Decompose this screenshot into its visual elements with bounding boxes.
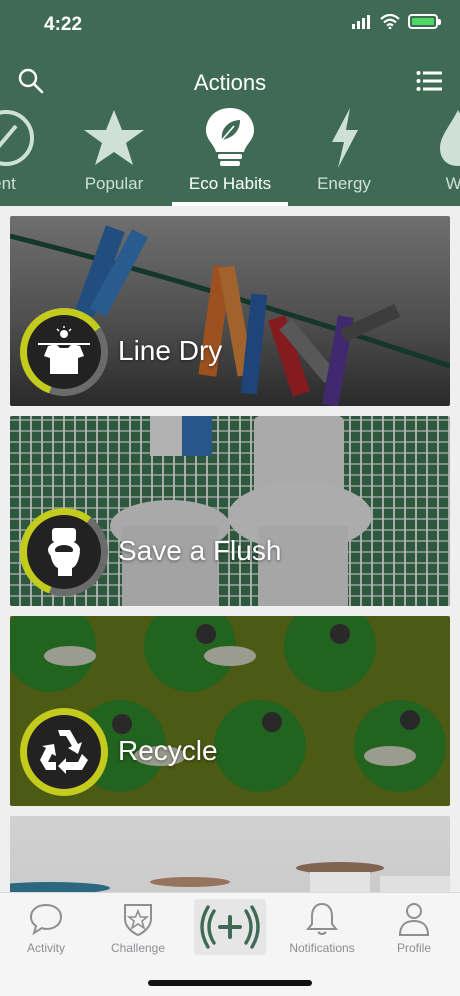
water-drop-icon — [440, 110, 460, 166]
tab-profile[interactable]: Profile — [368, 901, 460, 955]
bell-icon — [305, 902, 339, 935]
category-tab-energy[interactable]: Energy — [284, 106, 404, 194]
list-icon — [416, 71, 442, 91]
plus-broadcast-icon — [200, 905, 260, 949]
tab-label: Notifications — [289, 941, 355, 955]
category-label: Energy — [317, 174, 371, 193]
tab-activity[interactable]: Activity — [0, 901, 92, 955]
recycle-icon — [40, 730, 88, 774]
category-tabs: ent Popular Eco Habits — [0, 106, 460, 206]
category-tab-popular[interactable]: Popular — [54, 106, 174, 194]
action-card-recycle[interactable]: Recycle — [10, 616, 450, 806]
progress-ring — [20, 308, 108, 396]
status-time: 4:22 — [44, 14, 83, 35]
shirt-sun-icon — [38, 326, 90, 374]
category-label: Wa — [445, 174, 460, 193]
home-indicator — [148, 980, 312, 986]
signal-icon — [352, 14, 370, 29]
lightbulb-leaf-icon — [206, 108, 254, 166]
shield-star-icon — [124, 904, 152, 937]
progress-ring — [20, 708, 108, 796]
app-header: 4:22 Actions nt Popular Eco Habits Energ… — [0, 0, 460, 206]
speech-bubble-icon — [29, 903, 63, 936]
star-icon — [84, 110, 144, 165]
lightning-icon — [332, 108, 358, 168]
action-card-save-a-flush[interactable]: Save a Flush — [10, 416, 450, 606]
category-tab-water-partial[interactable]: Wa — [398, 106, 460, 194]
action-card-line-dry[interactable]: Line Dry — [10, 216, 450, 406]
tab-label: Profile — [396, 941, 431, 955]
action-title: Save a Flush — [118, 535, 282, 566]
log-action-button[interactable] — [194, 899, 266, 955]
list-menu-button[interactable] — [416, 70, 442, 92]
tab-label: Activity — [26, 941, 65, 955]
action-title: Recycle — [118, 735, 218, 766]
page-title: Actions — [193, 70, 267, 95]
tab-notifications[interactable]: Notifications — [276, 901, 368, 955]
tab-label: Challenge — [110, 941, 166, 955]
progress-ring — [20, 508, 108, 596]
action-title: Line Dry — [118, 335, 223, 366]
category-label: Popular — [84, 174, 144, 193]
tab-challenge[interactable]: Challenge — [92, 901, 184, 955]
category-tab-eco-habits[interactable]: Eco Habits — [170, 106, 290, 206]
category-label: Eco Habits — [188, 174, 272, 193]
status-icons — [352, 14, 441, 29]
battery-icon — [408, 14, 441, 29]
person-icon — [398, 903, 430, 936]
toilet-icon — [48, 528, 80, 576]
wifi-icon — [380, 14, 400, 29]
active-tab-indicator — [172, 202, 288, 206]
partial-circle-icon — [0, 110, 34, 166]
